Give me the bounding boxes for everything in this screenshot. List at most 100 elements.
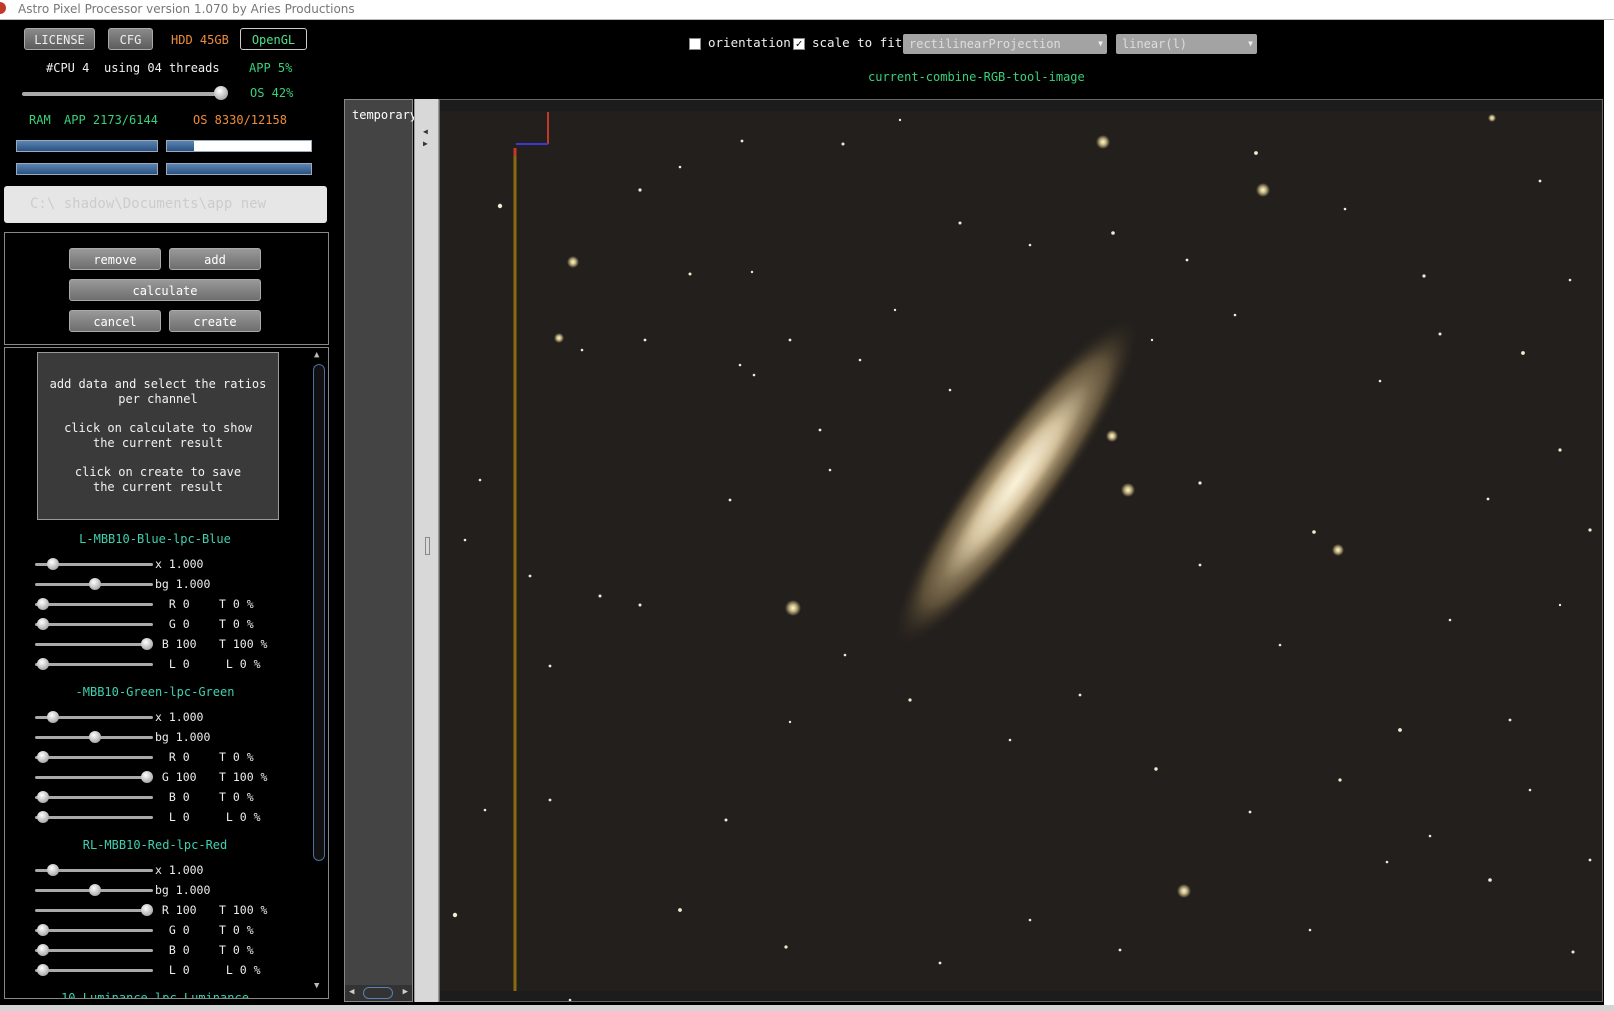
orientation-checkbox[interactable] [689,38,701,50]
luminance-slider-row[interactable]: L 0 L 0 % [5,960,305,980]
stretch-dropdown[interactable]: linear(l) ▼ [1116,34,1257,54]
scale-to-fit-checkbox[interactable]: ✓ [793,38,805,50]
blue-slider-row[interactable]: B 0 T 0 % [5,787,305,807]
slider-track[interactable] [35,969,153,972]
working-directory[interactable]: C:\ shadow\Documents\app new [4,186,327,223]
slider-knob[interactable] [37,658,49,670]
scrollbar-thumb[interactable] [313,364,325,861]
slider-track[interactable] [35,623,153,626]
scale-slider-row[interactable]: x 1.000 [5,707,305,727]
slider-knob[interactable] [89,884,101,896]
slider-knob[interactable] [47,558,59,570]
ram-app: APP 2173/6144 [64,113,158,127]
channel-title: 10-Luminance-lpc-Luminance [61,991,249,999]
slider-knob[interactable] [37,751,49,763]
remove-button[interactable]: remove [69,248,161,270]
green-slider-row[interactable]: G 0 T 0 % [5,920,305,940]
create-button[interactable]: create [169,310,261,332]
scale-to-fit-label: scale to fit [812,35,903,50]
scroll-up-icon[interactable]: ▲ [314,350,319,360]
scale-slider-row[interactable]: x 1.000 [5,554,305,574]
red-slider-row[interactable]: R 0 T 0 % [5,747,305,767]
slider-track[interactable] [35,929,153,932]
green-slider-row[interactable]: G 100 T 100 % [5,767,305,787]
slider-knob[interactable] [37,791,49,803]
luminance-slider-row[interactable]: L 0 L 0 % [5,654,305,674]
slider-track[interactable] [35,796,153,799]
slider-knob[interactable] [37,924,49,936]
slider-track[interactable] [35,909,153,912]
threads-slider-knob[interactable] [214,86,228,100]
action-buttons-area: remove add calculate cancel create [4,232,329,345]
expand-right-icon[interactable]: ▶ [423,139,428,148]
scroll-down-icon[interactable]: ▼ [314,981,319,991]
add-button[interactable]: add [169,248,261,270]
opengl-button[interactable]: OpenGL [240,28,307,50]
slider-track[interactable] [35,643,153,646]
slider-knob[interactable] [141,904,153,916]
slider-value: B 0 [155,943,190,957]
background-slider-row[interactable]: bg 1.000 [5,574,305,594]
luminance-slider-row[interactable]: L 0 L 0 % [5,807,305,827]
background-slider-row[interactable]: bg 1.000 [5,880,305,900]
panel-splitter[interactable]: ◀ ▶ [414,99,439,1002]
slider-knob[interactable] [47,711,59,723]
slider-knob[interactable] [37,811,49,823]
target-value: T 0 % [219,943,254,957]
chevron-down-icon: ▼ [1098,39,1103,48]
slider-value: bg 1.000 [155,883,211,897]
license-button[interactable]: LICENSE [24,28,95,50]
slider-knob[interactable] [89,578,101,590]
slider-value: R 0 [155,597,190,611]
threads-text: using 04 threads [104,61,220,75]
splitter-grip[interactable] [425,537,430,555]
slider-knob[interactable] [141,638,153,650]
slider-knob[interactable] [37,944,49,956]
slider-knob[interactable] [37,964,49,976]
green-slider-row[interactable]: G 0 T 0 % [5,614,305,634]
blue-slider-row[interactable]: B 100 T 100 % [5,634,305,654]
check-icon: ✓ [795,37,803,50]
calculate-button[interactable]: calculate [69,279,261,301]
blue-slider-row[interactable]: B 0 T 0 % [5,940,305,960]
slider-track[interactable] [35,603,153,606]
slider-value: L 0 [155,810,190,824]
slider-knob[interactable] [89,731,101,743]
vertical-scrollbar[interactable]: ▲ ▼ [311,348,327,998]
scroll-left-icon[interactable]: ◀ [349,987,354,997]
slider-track[interactable] [35,949,153,952]
info-line: the current result [92,480,224,494]
image-viewer[interactable] [439,99,1603,1002]
slider-knob[interactable] [37,618,49,630]
slider-value: G 100 [155,770,197,784]
cancel-button[interactable]: cancel [69,310,161,332]
ram-os: OS 8330/12158 [193,113,287,127]
os-cpu-usage: OS 42% [250,86,294,100]
slider-track[interactable] [35,776,153,779]
background-slider-row[interactable]: bg 1.000 [5,727,305,747]
scroll-right-icon[interactable]: ▶ [403,987,408,997]
target-value: T 0 % [219,923,254,937]
collapse-left-icon[interactable]: ◀ [423,127,428,136]
red-slider-row[interactable]: R 0 T 0 % [5,594,305,614]
temporary-panel: temporary ◀ ▶ [344,99,417,1002]
slider-track[interactable] [35,756,153,759]
red-slider-row[interactable]: R 100 T 100 % [5,900,305,920]
scrollbar-thumb[interactable] [363,987,393,999]
slider-track[interactable] [35,816,153,819]
info-line: click on calculate to show [64,421,252,435]
horizontal-scrollbar[interactable]: ◀ ▶ [345,985,412,1001]
slider-knob[interactable] [141,771,153,783]
channel-settings-panel[interactable]: add data and select the ratios per channe… [4,347,329,999]
scale-slider-row[interactable]: x 1.000 [5,860,305,880]
projection-dropdown[interactable]: rectilinearProjection ▼ [903,34,1107,54]
cfg-button[interactable]: CFG [108,28,153,50]
channel-title: RL-MBB10-Red-lpc-Red [82,838,228,852]
slider-track[interactable] [35,663,153,666]
slider-value: x 1.000 [155,710,204,724]
slider-knob[interactable] [37,598,49,610]
slider-knob[interactable] [47,864,59,876]
threads-slider[interactable] [22,92,222,96]
target-value: T 100 % [219,770,268,784]
cpu-count: #CPU 4 [46,61,90,75]
